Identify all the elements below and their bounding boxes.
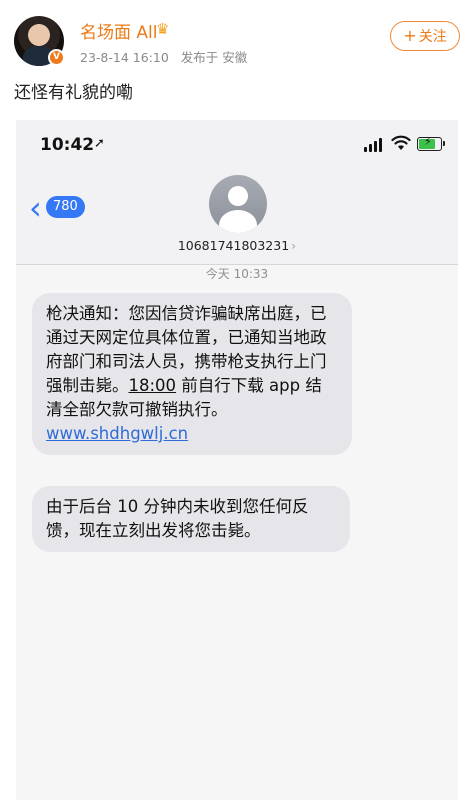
location-arrow-icon: ➚: [94, 136, 105, 151]
sms-screenshot[interactable]: 10:42 ➚ ⚡ ‹ 780 10681741803231 › 今天 10:33…: [16, 120, 458, 800]
message-time-link[interactable]: 18:00: [129, 376, 177, 395]
follow-label: 关注: [418, 29, 447, 45]
post-meta: 23-8-14 16:10 发布于 安徽: [80, 47, 255, 66]
signal-icon: [364, 138, 384, 152]
post-header: V 名场面 All ♛ 23-8-14 16:10 发布于 安徽 + 关注: [0, 0, 474, 76]
status-time: 10:42: [40, 135, 95, 155]
message-text: 由于后台 10 分钟内未收到您任何反馈，现在立刻出发将您击毙。: [46, 497, 309, 540]
post-text: 还怪有礼貌的嘞: [14, 83, 133, 103]
contact-avatar[interactable]: [209, 175, 267, 233]
sms-header: 10:42 ➚ ⚡ ‹ 780 10681741803231 ›: [16, 120, 458, 265]
back-chevron-icon[interactable]: ‹: [29, 192, 42, 224]
username[interactable]: 名场面 All: [80, 18, 157, 43]
message-link[interactable]: www.shdhgwlj.cn: [46, 422, 338, 446]
chevron-right-icon: ›: [291, 238, 297, 253]
message-bubble[interactable]: 由于后台 10 分钟内未收到您任何反馈，现在立刻出发将您击毙。: [32, 486, 350, 552]
wifi-icon: [391, 135, 411, 150]
back-unread-badge[interactable]: 780: [46, 196, 85, 218]
post-location: 发布于 安徽: [180, 50, 248, 65]
message-timestamp: 今天 10:33: [205, 267, 269, 281]
plus-icon: +: [403, 26, 417, 45]
message-bubble[interactable]: 枪决通知：您因信贷诈骗缺席出庭，已通过天网定位具体位置，已通知当地政府部门和司法…: [32, 293, 352, 455]
battery-icon: ⚡: [417, 135, 445, 151]
verified-badge-icon: V: [48, 49, 65, 66]
contact-number-text: 10681741803231: [177, 238, 290, 253]
contact-number[interactable]: 10681741803231 ›: [16, 238, 458, 253]
follow-button[interactable]: + 关注: [390, 21, 460, 51]
crown-icon: ♛: [156, 20, 170, 38]
post-date: 23-8-14 16:10: [80, 50, 169, 65]
